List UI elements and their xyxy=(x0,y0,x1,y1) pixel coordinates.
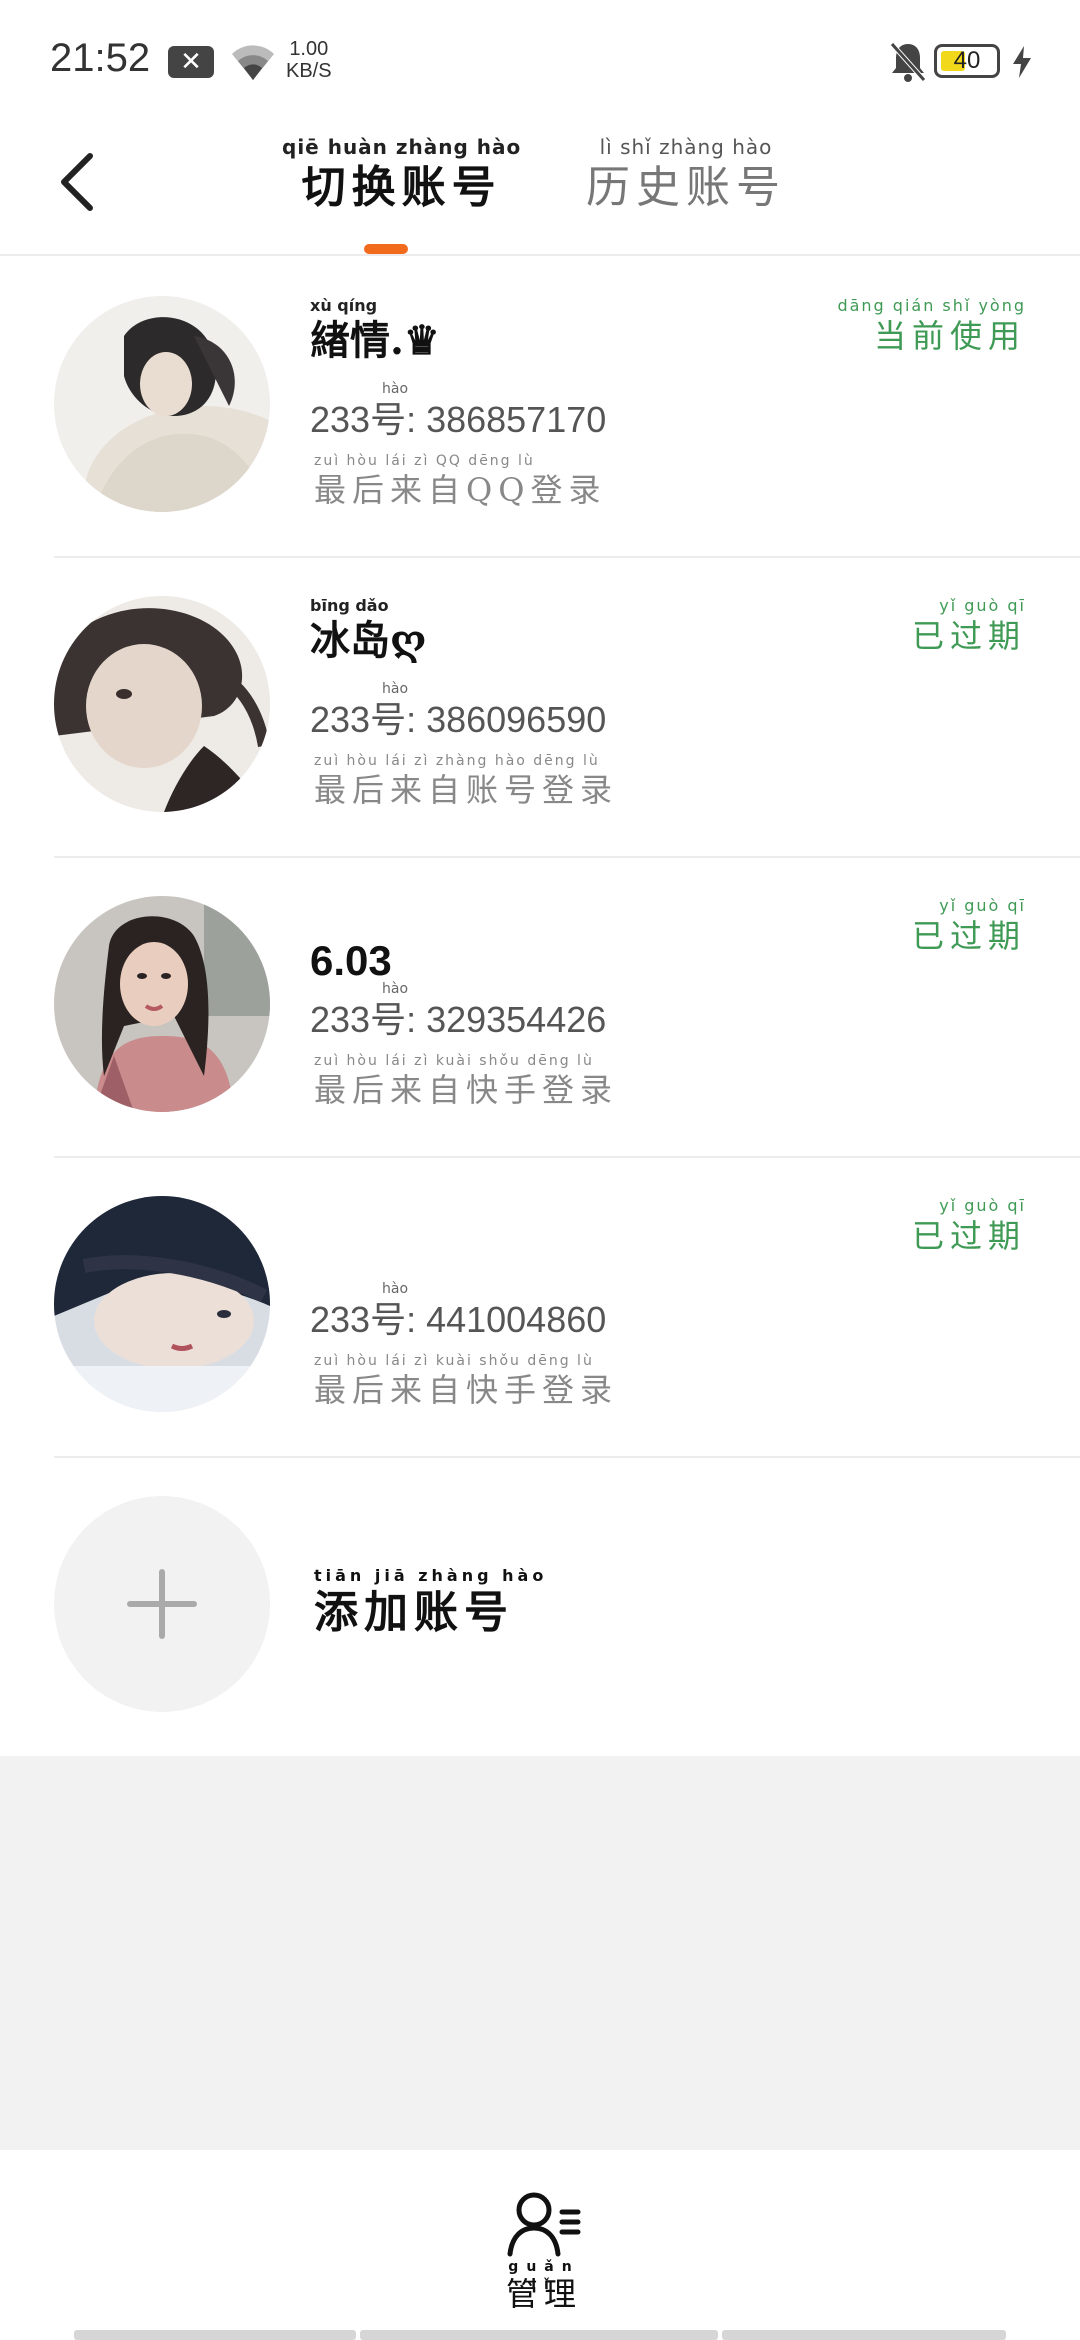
tab-label: 切换账号 xyxy=(301,162,502,213)
notification-icon: ✕ xyxy=(168,46,214,78)
tab-pinyin: qiē huàn zhàng hào xyxy=(282,135,522,159)
account-name: 緖情.♛ xyxy=(310,317,440,364)
account-id-block: hào 233号: 386096590 xyxy=(310,680,606,742)
login-source-block: zuì hòu lái zì QQ dēng lù 最后来自QQ登录 xyxy=(314,452,606,510)
account-name-pinyin xyxy=(310,896,392,916)
add-account-label-block: tiān jiā zhàng hào 添加账号 xyxy=(314,1566,547,1640)
active-tab-indicator xyxy=(364,244,408,254)
avatar xyxy=(54,1196,270,1412)
login-source-pinyin: zuì hòu lái zì kuài shǒu dēng lù xyxy=(314,1353,594,1369)
switch-account-screen: 21:52 ✕ 1.00 KB/S 40 qiē huàn zhàng hào … xyxy=(0,0,1080,2340)
account-id-pinyin: hào xyxy=(382,381,409,397)
account-status-block: dāng qián shǐ yòng 当前使用 xyxy=(837,296,1026,356)
account-id: 233号: 329354426 xyxy=(310,999,607,1040)
account-status: 已过期 xyxy=(911,917,1026,955)
charging-icon xyxy=(1013,46,1031,78)
account-status-pinyin: yǐ guò qī xyxy=(939,896,1026,915)
gesture-bar-left xyxy=(74,2330,356,2340)
account-id-pinyin: hào xyxy=(382,1281,409,1297)
login-source-block: zuì hòu lái zì zhàng hào dēng lù 最后来自账号登… xyxy=(314,752,618,810)
tab-history-account[interactable]: lì shǐ zhàng hào 历史账号 xyxy=(586,134,786,216)
network-speed-unit: KB/S xyxy=(286,60,332,82)
network-speed: 1.00 KB/S xyxy=(286,38,332,82)
account-id: 233号: 386096590 xyxy=(310,699,607,740)
back-arrow-icon[interactable] xyxy=(50,144,114,220)
wifi-icon xyxy=(232,45,274,80)
account-id-block: hào 233号: 386857170 xyxy=(310,380,606,442)
battery-level: 40 xyxy=(953,47,981,74)
account-item[interactable]: hào 233号: 441004860 zuì hòu lái zì kuài … xyxy=(0,1156,1080,1456)
account-item[interactable]: bīng dǎo 冰岛ღ hào 233号: 386096590 zuì hòu… xyxy=(0,556,1080,856)
bottom-bar: guǎn lǐ 管理 xyxy=(0,2150,1080,2340)
manage-label: 管理 xyxy=(505,2275,582,2313)
add-account-circle xyxy=(54,1496,270,1712)
account-status-block: yǐ guò qī 已过期 xyxy=(912,896,1026,956)
login-source: 最后来自快手登录 xyxy=(314,1071,619,1109)
manage-button[interactable]: guǎn lǐ 管理 xyxy=(494,2190,594,2313)
login-source-block: zuì hòu lái zì kuài shǒu dēng lù 最后来自快手登… xyxy=(314,1352,618,1410)
top-navigation: qiē huàn zhàng hào 切换账号 lì shǐ zhàng hào… xyxy=(0,120,1080,256)
account-name: 冰岛ღ xyxy=(310,617,427,664)
account-name-block: bīng dǎo 冰岛ღ xyxy=(310,596,426,666)
tab-pinyin: lì shǐ zhàng hào xyxy=(599,135,773,159)
network-speed-value: 1.00 xyxy=(289,38,329,60)
login-source-pinyin: zuì hòu lái zì zhàng hào dēng lù xyxy=(314,753,600,769)
login-source: 最后来自快手登录 xyxy=(314,1371,619,1409)
account-id: 233号: 441004860 xyxy=(310,1299,607,1340)
account-id-block: hào 233号: 441004860 xyxy=(310,1280,606,1342)
login-source-pinyin: zuì hòu lái zì kuài shǒu dēng lù xyxy=(314,1053,594,1069)
account-name: 6.03 xyxy=(310,937,392,984)
account-id-pinyin: hào xyxy=(382,681,409,697)
account-name-pinyin: bīng dǎo xyxy=(310,596,389,615)
account-status-block: yǐ guò qī 已过期 xyxy=(912,1196,1026,1256)
avatar xyxy=(54,296,270,512)
account-name-block: xù qíng 緖情.♛ xyxy=(310,296,440,366)
gesture-bar-center[interactable] xyxy=(360,2330,718,2340)
plus-icon xyxy=(127,1569,197,1639)
account-name-block: 6.03 xyxy=(310,896,392,986)
account-status: 已过期 xyxy=(911,617,1026,655)
account-status: 已过期 xyxy=(911,1217,1026,1255)
login-source: 最后来自账号登录 xyxy=(314,771,619,809)
account-item[interactable]: 6.03 hào 233号: 329354426 zuì hòu lái zì … xyxy=(0,856,1080,1156)
account-status-block: yǐ guò qī 已过期 xyxy=(912,596,1026,656)
account-status-pinyin: yǐ guò qī xyxy=(939,1196,1026,1215)
tab-switch-account[interactable]: qiē huàn zhàng hào 切换账号 xyxy=(282,134,521,216)
status-time: 21:52 xyxy=(50,36,151,80)
manage-pinyin: guǎn lǐ xyxy=(508,2259,580,2293)
account-id-block: hào 233号: 329354426 xyxy=(310,980,606,1042)
add-account-button[interactable]: tiān jiā zhàng hào 添加账号 xyxy=(0,1456,1080,1756)
tab-label: 历史账号 xyxy=(586,162,786,213)
account-name-pinyin: xù qíng xyxy=(310,296,378,315)
account-item[interactable]: xù qíng 緖情.♛ hào 233号: 386857170 zuì hòu… xyxy=(0,256,1080,556)
bell-muted-icon xyxy=(890,42,926,82)
avatar xyxy=(54,896,270,1112)
status-bar: 21:52 ✕ 1.00 KB/S 40 xyxy=(0,0,1080,120)
account-id-pinyin: hào xyxy=(382,981,409,997)
account-list: xù qíng 緖情.♛ hào 233号: 386857170 zuì hòu… xyxy=(0,256,1080,1756)
login-source: 最后来自QQ登录 xyxy=(314,471,607,509)
add-account-pinyin: tiān jiā zhàng hào xyxy=(314,1566,548,1585)
empty-area xyxy=(0,1756,1080,2150)
avatar xyxy=(54,596,270,812)
battery-icon: 40 xyxy=(934,44,1000,78)
gesture-bar-right xyxy=(722,2330,1006,2340)
account-id: 233号: 386857170 xyxy=(310,399,607,440)
account-status-pinyin: yǐ guò qī xyxy=(939,596,1026,615)
login-source-block: zuì hòu lái zì kuài shǒu dēng lù 最后来自快手登… xyxy=(314,1052,618,1110)
user-manage-icon xyxy=(507,2192,581,2257)
add-account-label: 添加账号 xyxy=(314,1587,514,1638)
account-status: 当前使用 xyxy=(873,317,1026,355)
login-source-pinyin: zuì hòu lái zì QQ dēng lù xyxy=(314,453,535,469)
account-status-pinyin: dāng qián shǐ yòng xyxy=(837,296,1026,315)
